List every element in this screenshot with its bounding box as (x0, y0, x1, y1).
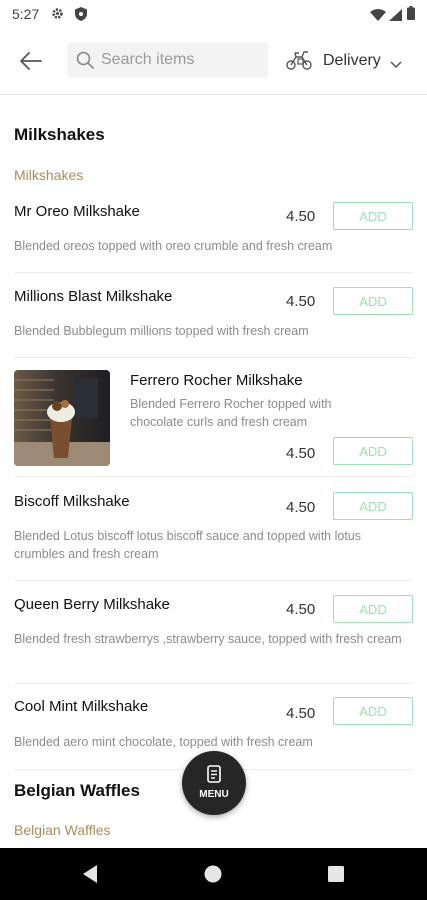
divider (14, 476, 413, 477)
menu-fab-button[interactable]: MENU (182, 751, 246, 815)
item-description: Blended Lotus biscoff lotus biscoff sauc… (14, 529, 361, 561)
add-button[interactable]: ADD (333, 595, 413, 623)
item-name: Millions Blast Milkshake (14, 288, 173, 305)
item-description: Blended fresh strawberrys ,strawberry sa… (14, 632, 402, 646)
status-time: 5:27 (12, 6, 40, 22)
battery-icon (407, 6, 415, 25)
chevron-down-icon (390, 56, 402, 74)
bike-icon (286, 50, 312, 75)
wifi-icon (370, 8, 386, 26)
nav-back-icon[interactable] (81, 864, 99, 889)
item-name: Biscoff Milkshake (14, 493, 130, 510)
item-name: Queen Berry Milkshake (14, 596, 170, 613)
nav-recents-icon[interactable] (328, 866, 344, 887)
add-button[interactable]: ADD (333, 437, 413, 465)
settings-icon (51, 7, 64, 25)
item-description: Blended Bubblegum millions topped with f… (14, 324, 309, 338)
subcategory-label: Belgian Waffles (14, 822, 111, 838)
status-bar: 5:27 (0, 0, 427, 28)
nav-home-icon[interactable] (204, 865, 222, 888)
item-description: Blended aero mint chocolate, topped with… (14, 735, 313, 749)
search-icon (76, 51, 94, 74)
section-title: Milkshakes (14, 125, 105, 144)
add-button[interactable]: ADD (333, 202, 413, 230)
add-button[interactable]: ADD (333, 287, 413, 315)
delivery-label: Delivery (323, 52, 381, 69)
divider (14, 580, 413, 581)
item-description: Blended oreos topped with oreo crumble a… (14, 239, 333, 253)
signal-icon (389, 8, 402, 26)
item-name: Cool Mint Milkshake (14, 698, 149, 715)
item-name: Mr Oreo Milkshake (14, 203, 140, 220)
item-price: 4.50 (286, 445, 316, 462)
back-arrow-icon[interactable] (16, 46, 46, 76)
section-title: Belgian Waffles (14, 781, 140, 800)
shield-icon (75, 7, 87, 26)
app-header: Delivery (0, 28, 427, 95)
item-description: Blended Ferrero Rocher topped with choco… (130, 397, 332, 429)
item-price: 4.50 (286, 499, 316, 516)
menu-fab-label: MENU (199, 789, 229, 800)
search-box[interactable] (67, 42, 268, 78)
divider (14, 683, 413, 684)
subcategory-label: Milkshakes (14, 167, 84, 183)
item-price: 4.50 (286, 208, 316, 225)
add-button[interactable]: ADD (333, 492, 413, 520)
add-button[interactable]: ADD (333, 697, 413, 725)
delivery-selector[interactable]: Delivery (286, 44, 411, 78)
menu-list: Milkshakes Milkshakes Mr Oreo Milkshake … (0, 95, 427, 848)
divider (14, 272, 413, 273)
menu-doc-icon (207, 765, 221, 788)
divider (14, 357, 413, 358)
item-name: Ferrero Rocher Milkshake (130, 372, 303, 389)
item-price: 4.50 (286, 293, 316, 310)
item-price: 4.50 (286, 705, 316, 722)
item-price: 4.50 (286, 601, 316, 618)
system-nav-bar (0, 848, 427, 900)
search-input[interactable] (101, 42, 261, 78)
item-photo (14, 370, 110, 466)
